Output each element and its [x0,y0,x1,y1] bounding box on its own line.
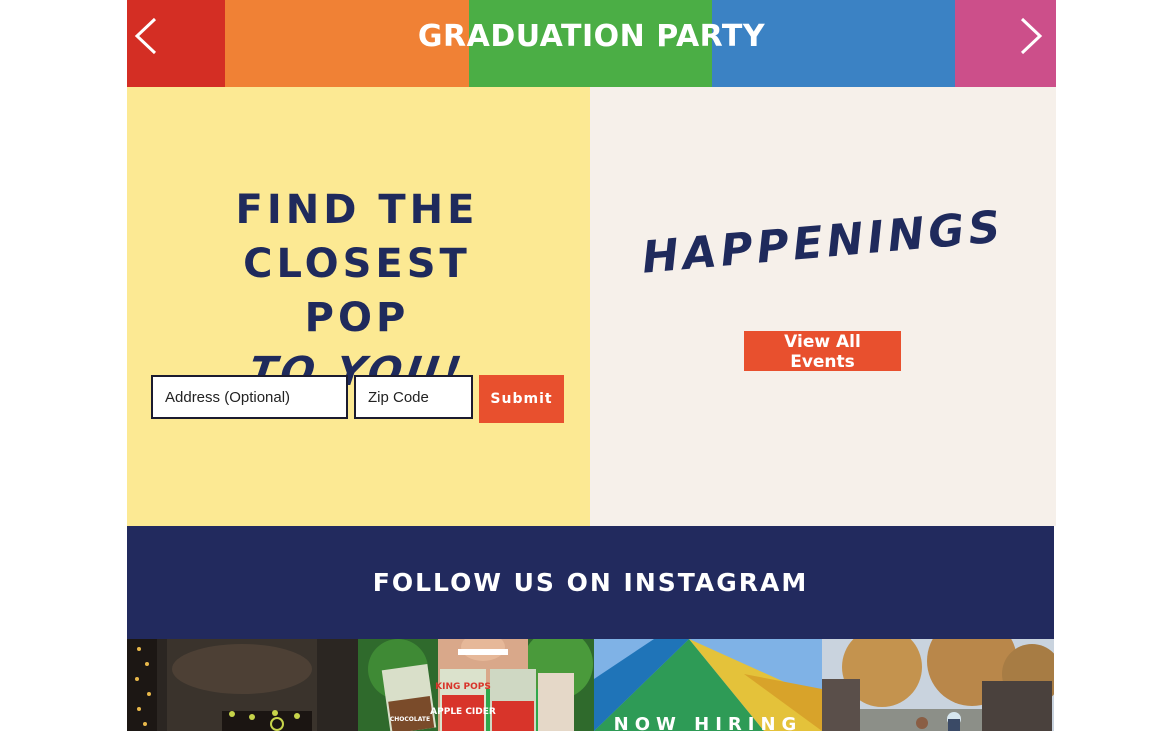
photo2-label-brand: KING POPS [435,682,491,692]
chevron-right-icon[interactable] [1016,16,1046,56]
finder-title: FIND THE CLOSEST POP TO YOU! [187,183,527,399]
instagram-photo-2[interactable]: KING POPS APPLE CIDER CHOCOLATE [358,639,594,731]
page: GRADUATION PARTY FIND THE CLOSEST POP TO… [127,0,1056,731]
happenings-panel: HAPPENINGS View All Events [590,87,1056,526]
instagram-photo-4[interactable] [822,639,1054,731]
photo3-now-hiring-text: NOW HIRING [614,714,803,731]
promo-banner[interactable]: GRADUATION PARTY [127,0,1056,87]
address-input[interactable] [151,375,348,419]
instagram-photo-3[interactable]: NOW HIRING [594,639,822,731]
submit-button[interactable]: Submit [479,375,564,423]
store-finder-panel: FIND THE CLOSEST POP TO YOU! Submit [127,87,590,526]
finder-title-line2: CLOSEST POP [243,241,471,341]
zip-code-input[interactable] [354,375,473,419]
instagram-title: FOLLOW US ON INSTAGRAM [372,568,809,597]
finder-title-line1: FIND THE [235,187,479,233]
view-all-events-button[interactable]: View All Events [744,331,901,372]
banner-title: GRADUATION PARTY [417,18,766,54]
photo2-label-chocolate: CHOCOLATE [390,716,430,723]
photo2-label-flavor: APPLE CIDER [430,707,496,717]
chevron-left-icon[interactable] [131,16,161,56]
happenings-title: HAPPENINGS [639,201,1007,284]
instagram-header: FOLLOW US ON INSTAGRAM [127,526,1054,639]
instagram-photo-1[interactable] [127,639,358,731]
